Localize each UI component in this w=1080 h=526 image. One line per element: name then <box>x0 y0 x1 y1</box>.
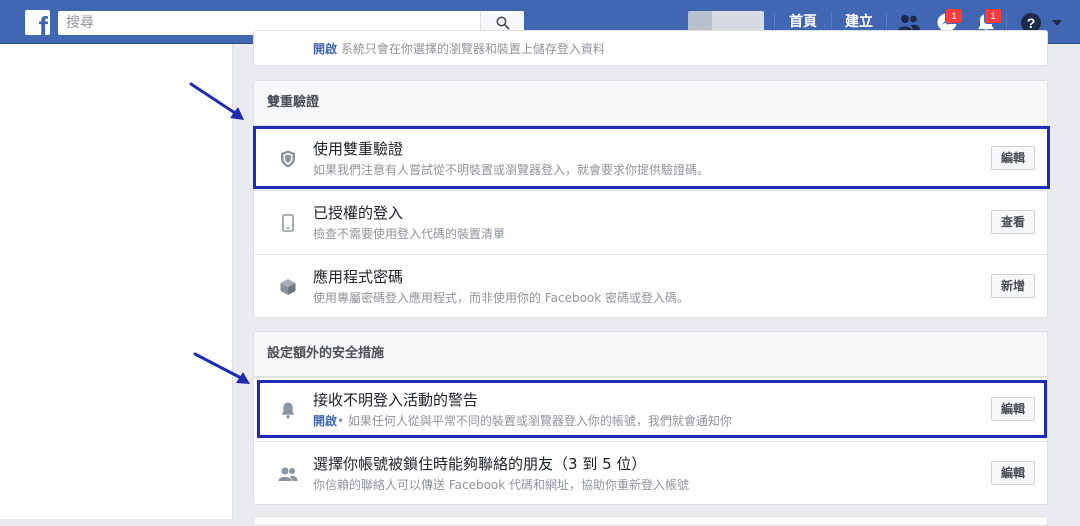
left-sidebar <box>0 44 233 519</box>
login-alerts-desc: • 如果任何人從與平常不同的裝置或瀏覽器登入你的帳號，我們就會通知你 <box>337 414 732 428</box>
row-title: 已授權的登入 <box>313 204 404 222</box>
trusted-contacts-row[interactable]: 選擇你帳號被鎖住時能夠聯絡的朋友（3 到 5 位） 你信賴的聯絡人可以傳送 Fa… <box>254 441 1047 505</box>
row-title: 應用程式密碼 <box>313 268 404 286</box>
login-alerts-status: 開啟 <box>313 414 338 428</box>
row-desc: 開啟• 如果任何人從與平常不同的裝置或瀏覽器登入你的帳號，我們就會通知你 <box>313 412 732 429</box>
facebook-logo-icon[interactable]: f <box>25 10 50 35</box>
saved-login-card: 開啟 系統只會在你選擇的瀏覽器和裝置上儲存登入資料 <box>253 30 1048 66</box>
extra-security-card: 設定額外的安全措施 接收不明登入活動的警告 開啟• 如果任何人從與平常不同的裝置… <box>253 331 1048 505</box>
two-factor-row[interactable]: 使用雙重驗證 如果我們注意有人嘗試從不明裝置或瀏覽器登入，就會要求你提供驗證碼。… <box>254 126 1047 190</box>
nav-divider <box>774 13 775 31</box>
extra-security-header: 設定額外的安全措施 <box>254 332 1047 377</box>
saved-login-status: 開啟 <box>313 42 338 56</box>
shield-icon <box>278 149 298 169</box>
phone-icon <box>278 213 298 233</box>
nav-divider <box>1006 13 1007 31</box>
row-title: 接收不明登入活動的警告 <box>313 391 479 409</box>
login-alerts-row[interactable]: 接收不明登入活動的警告 開啟• 如果任何人從與平常不同的裝置或瀏覽器登入你的帳號… <box>254 377 1047 441</box>
caret-down-icon <box>1052 20 1062 26</box>
app-passwords-row[interactable]: 應用程式密碼 使用專屬密碼登入應用程式，而非使用你的 Facebook 密碼或登… <box>254 254 1047 318</box>
authorized-logins-row[interactable]: 已授權的登入 檢查不需要使用登入代碼的裝置清單 查看 <box>254 190 1047 254</box>
row-desc: 使用專屬密碼登入應用程式，而非使用你的 Facebook 密碼或登入碼。 <box>313 291 690 305</box>
view-authorized-logins-button[interactable]: 查看 <box>990 210 1035 234</box>
saved-login-desc: 開啟 系統只會在你選擇的瀏覽器和裝置上儲存登入資料 <box>313 40 605 57</box>
add-app-password-button[interactable]: 新增 <box>990 274 1035 298</box>
row-title: 選擇你帳號被鎖住時能夠聯絡的朋友（3 到 5 位） <box>313 455 647 473</box>
bell-icon <box>278 400 298 420</box>
notifications-count-badge: 1 <box>984 8 1002 24</box>
row-desc: 檢查不需要使用登入代碼的裝置清單 <box>313 227 506 241</box>
nav-create-link[interactable]: 建立 <box>845 13 873 31</box>
edit-trusted-contacts-button[interactable]: 編輯 <box>990 461 1035 485</box>
edit-two-factor-button[interactable]: 編輯 <box>990 146 1035 170</box>
next-card <box>253 516 1048 526</box>
row-title: 使用雙重驗證 <box>313 140 404 158</box>
saved-login-text: 系統只會在你選擇的瀏覽器和裝置上儲存登入資料 <box>340 42 605 56</box>
nav-divider <box>886 13 887 31</box>
row-desc: 如果我們注意有人嘗試從不明裝置或瀏覽器登入，就會要求你提供驗證碼。 <box>313 163 710 177</box>
nav-divider <box>831 13 832 31</box>
search-icon <box>496 16 510 30</box>
row-desc: 你信賴的聯絡人可以傳送 Facebook 代碼和網址，協助你重新登入帳號 <box>313 478 690 492</box>
nav-home-link[interactable]: 首頁 <box>789 13 817 31</box>
messages-count-badge: 1 <box>945 8 963 24</box>
edit-login-alerts-button[interactable]: 編輯 <box>990 397 1035 421</box>
friends-icon <box>278 464 298 484</box>
cube-icon <box>278 277 298 297</box>
svg-text:?: ? <box>1027 15 1036 31</box>
two-factor-card: 雙重驗證 使用雙重驗證 如果我們注意有人嘗試從不明裝置或瀏覽器登入，就會要求你提… <box>253 80 1048 318</box>
account-menu-button[interactable] <box>1049 11 1065 35</box>
two-factor-header: 雙重驗證 <box>254 81 1047 126</box>
